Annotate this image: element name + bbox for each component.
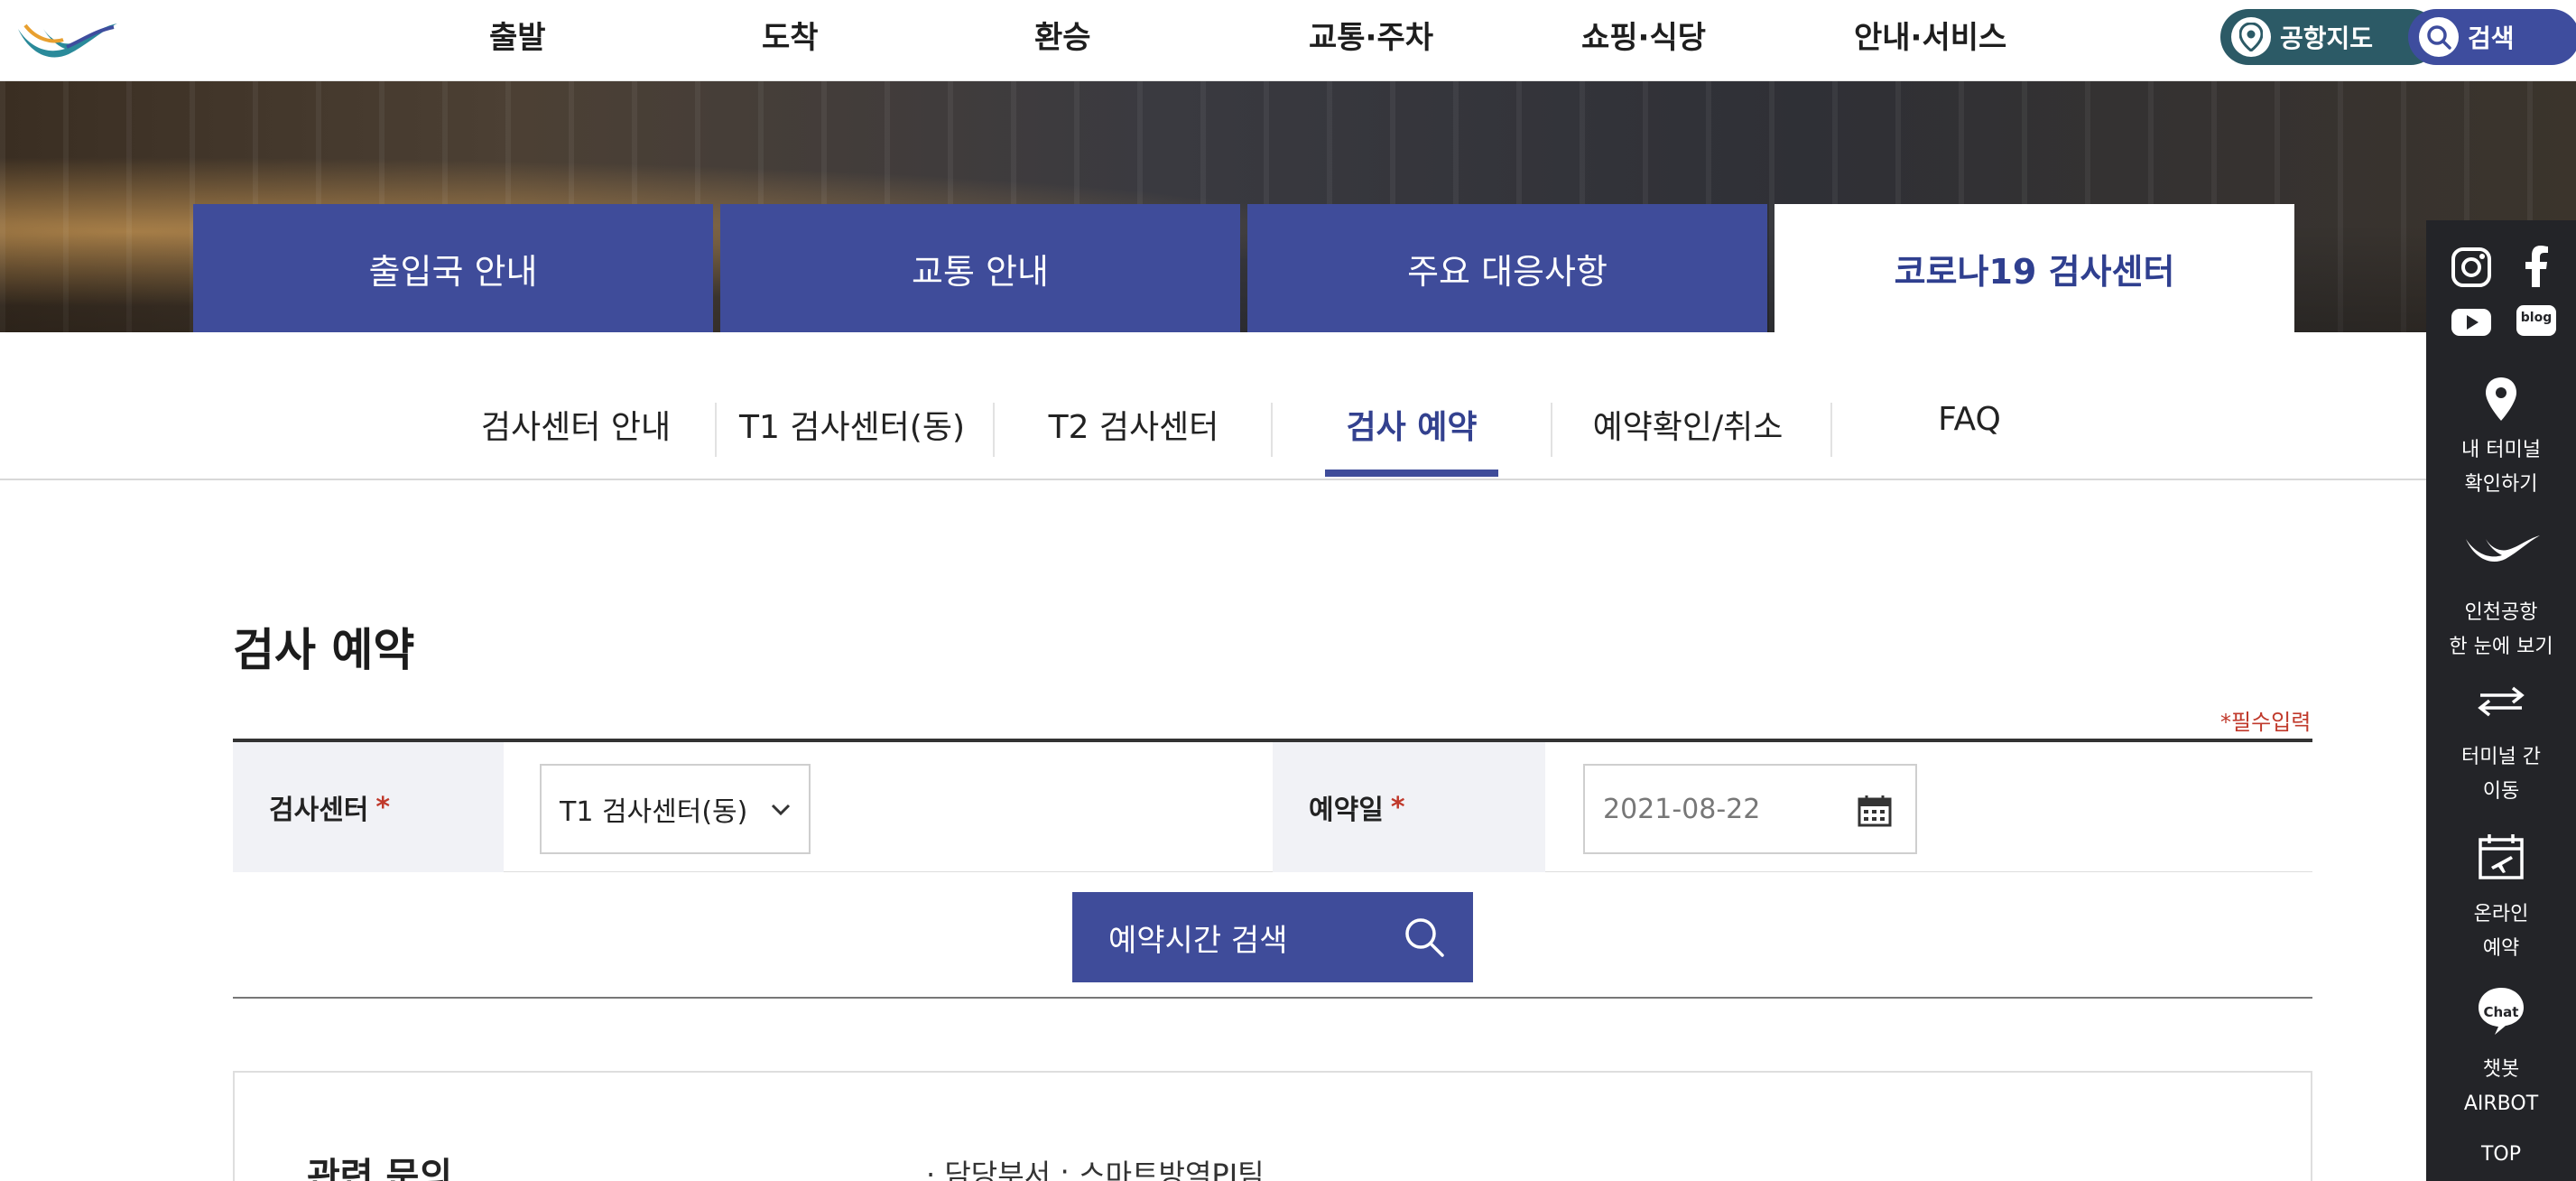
incheon-airport-logo[interactable] bbox=[13, 13, 121, 63]
search-button[interactable]: 검색 bbox=[2408, 9, 2576, 65]
online-reservation-line1: 온라인 bbox=[2473, 903, 2529, 925]
subtab-reservation-check-cancel[interactable]: 예약확인/취소 bbox=[1576, 401, 1800, 480]
my-terminal-button[interactable]: 내 터미널 확인하기 bbox=[2426, 356, 2576, 500]
calendar-plane-icon bbox=[2479, 834, 2524, 879]
subtab-test-reservation[interactable]: 검사 예약 bbox=[1325, 401, 1498, 480]
gnb-transfer[interactable]: 환승 bbox=[1034, 13, 1091, 57]
chatbot-button[interactable]: Chat 챗봇 AIRBOT bbox=[2426, 981, 2576, 1125]
chat-bubble-text: Chat bbox=[2483, 1004, 2519, 1020]
top-header: 출발 도착 환승 교통·주차 쇼핑·식당 안내·서비스 공항지도 검색 bbox=[0, 0, 2576, 81]
form-row: 검사센터 * T1 검사센터(동) 예약일 * 2021-08-22 bbox=[233, 742, 2312, 872]
online-reservation-line2: 예약 bbox=[2482, 937, 2520, 960]
location-pin-icon bbox=[2486, 377, 2516, 421]
required-note: *필수입력 bbox=[2220, 710, 2312, 735]
gnb-transport-parking[interactable]: 교통·주차 bbox=[1309, 13, 1433, 57]
center-select-value: T1 검사센터(동) bbox=[560, 796, 748, 828]
subtab-t1-center[interactable]: T1 검사센터(동) bbox=[738, 401, 966, 480]
chevron-down-icon bbox=[771, 804, 791, 816]
airport-map-label: 공항지도 bbox=[2280, 23, 2374, 53]
subtab-faq[interactable]: FAQ bbox=[1899, 401, 2040, 480]
airport-glance-line2: 한 눈에 보기 bbox=[2449, 636, 2553, 658]
subtab-divider bbox=[993, 403, 995, 457]
tab-key-measures[interactable]: 주요 대응사항 bbox=[1247, 204, 1767, 332]
sub-tab-bar: 검사센터 안내 T1 검사센터(동) T2 검사센터 검사 예약 예약확인/취소… bbox=[0, 332, 2426, 480]
chatbot-line1: 챗봇 bbox=[2482, 1058, 2520, 1081]
tab-immigration-guide[interactable]: 출입국 안내 bbox=[193, 204, 713, 332]
tab-transport-guide[interactable]: 교통 안내 bbox=[720, 204, 1240, 332]
my-terminal-line1: 내 터미널 bbox=[2461, 439, 2541, 461]
airport-map-button[interactable]: 공항지도 bbox=[2220, 9, 2439, 65]
inquiry-dept: · 담당부서 : 스마트방역PJ팀 bbox=[926, 1158, 1265, 1181]
subtab-center-info[interactable]: 검사센터 안내 bbox=[469, 401, 682, 480]
search-label: 검색 bbox=[2468, 23, 2515, 53]
quick-menu-sidebar: blog 내 터미널 확인하기 인천공항 한 눈에 보기 터미널 간 이동 온라… bbox=[2426, 220, 2576, 1181]
scroll-top-button[interactable]: TOP bbox=[2426, 1138, 2576, 1172]
airport-glance-line1: 인천공항 bbox=[2464, 601, 2538, 624]
instagram-icon[interactable] bbox=[2448, 244, 2495, 291]
calendar-icon[interactable] bbox=[1858, 795, 1892, 827]
youtube-icon[interactable] bbox=[2448, 298, 2495, 345]
transfer-arrows-icon bbox=[2478, 686, 2525, 717]
search-reservation-time-button[interactable]: 예약시간 검색 bbox=[1072, 892, 1473, 982]
gnb-arrival[interactable]: 도착 bbox=[762, 13, 819, 57]
blog-icon-text: blog bbox=[2520, 311, 2553, 325]
reservation-date-input[interactable]: 2021-08-22 bbox=[1583, 764, 1917, 854]
inquiry-box: 관련 문의 · 담당부서 : 스마트방역PJ팀 bbox=[233, 1071, 2312, 1181]
active-subtab-indicator bbox=[1325, 470, 1498, 477]
tab-covid19-test-center[interactable]: 코로나19 검사센터 bbox=[1774, 204, 2294, 332]
airport-logo-icon bbox=[2466, 535, 2540, 563]
reservation-date-value: 2021-08-22 bbox=[1603, 793, 1761, 825]
my-terminal-line2: 확인하기 bbox=[2464, 473, 2538, 496]
subtab-divider bbox=[1271, 403, 1273, 457]
center-label: 검사센터 * bbox=[233, 742, 504, 872]
terminal-transfer-line2: 이동 bbox=[2482, 780, 2520, 803]
blog-icon[interactable]: blog bbox=[2513, 298, 2560, 345]
chatbot-line2: AIRBOT bbox=[2463, 1093, 2539, 1115]
inquiry-title: 관련 문의 bbox=[307, 1156, 453, 1181]
date-label: 예약일 * bbox=[1273, 742, 1545, 872]
search-icon bbox=[1405, 918, 1444, 957]
subtab-divider bbox=[1551, 403, 1552, 457]
airport-at-a-glance-button[interactable]: 인천공항 한 눈에 보기 bbox=[2426, 509, 2576, 663]
facebook-icon[interactable] bbox=[2513, 244, 2560, 291]
terminal-transfer-button[interactable]: 터미널 간 이동 bbox=[2426, 672, 2576, 807]
online-reservation-button[interactable]: 온라인 예약 bbox=[2426, 823, 2576, 968]
search-icon bbox=[2419, 17, 2459, 57]
reservation-form: 검사센터 * T1 검사센터(동) 예약일 * 2021-08-22 예약시간 검색 bbox=[233, 739, 2312, 999]
chat-bubble-icon: Chat bbox=[2475, 984, 2527, 1037]
terminal-transfer-line1: 터미널 간 bbox=[2461, 746, 2541, 768]
gnb-shopping-dining[interactable]: 쇼핑·식당 bbox=[1581, 13, 1706, 57]
search-reservation-time-label: 예약시간 검색 bbox=[1108, 922, 1288, 959]
subtab-divider bbox=[1830, 403, 1832, 457]
subtab-t2-center[interactable]: T2 검사센터 bbox=[1025, 401, 1242, 480]
map-pin-icon bbox=[2231, 17, 2271, 57]
page-title: 검사 예약 bbox=[233, 624, 415, 676]
gnb-info-services[interactable]: 안내·서비스 bbox=[1854, 13, 2006, 57]
subtab-divider bbox=[715, 403, 717, 457]
gnb-departure[interactable]: 출발 bbox=[489, 13, 546, 57]
center-select[interactable]: T1 검사센터(동) bbox=[540, 764, 811, 854]
